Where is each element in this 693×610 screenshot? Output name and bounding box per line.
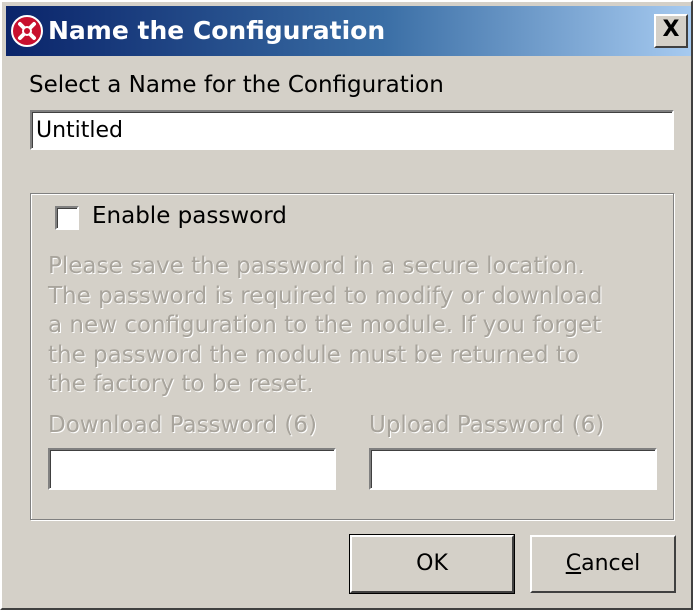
download-password-label: Download Password (6) <box>48 412 317 438</box>
enable-password-checkbox[interactable] <box>55 206 79 230</box>
upload-password-field[interactable] <box>369 448 657 490</box>
dialog-window: Name the Configuration X Select a Name f… <box>0 0 693 610</box>
cancel-mnemonic: C <box>565 551 582 576</box>
config-name-input[interactable] <box>30 110 674 150</box>
cancel-button[interactable]: Cancel <box>530 535 676 593</box>
app-icon <box>11 15 43 47</box>
window-title: Name the Configuration <box>48 16 386 45</box>
title-bar[interactable]: Name the Configuration X <box>6 6 691 56</box>
config-name-label: Select a Name for the Configuration <box>29 72 444 98</box>
cancel-button-label: ancel <box>581 551 641 576</box>
ok-button[interactable]: OK <box>349 534 515 594</box>
enable-password-label[interactable]: Enable password <box>92 203 287 229</box>
close-button[interactable]: X <box>654 14 688 48</box>
upload-password-label: Upload Password (6) <box>369 412 605 438</box>
ok-button-label: OK <box>416 551 448 576</box>
close-icon: X <box>662 17 680 42</box>
password-warning-text: Please save the password in a secure loc… <box>48 253 603 397</box>
download-password-field[interactable] <box>48 448 336 490</box>
